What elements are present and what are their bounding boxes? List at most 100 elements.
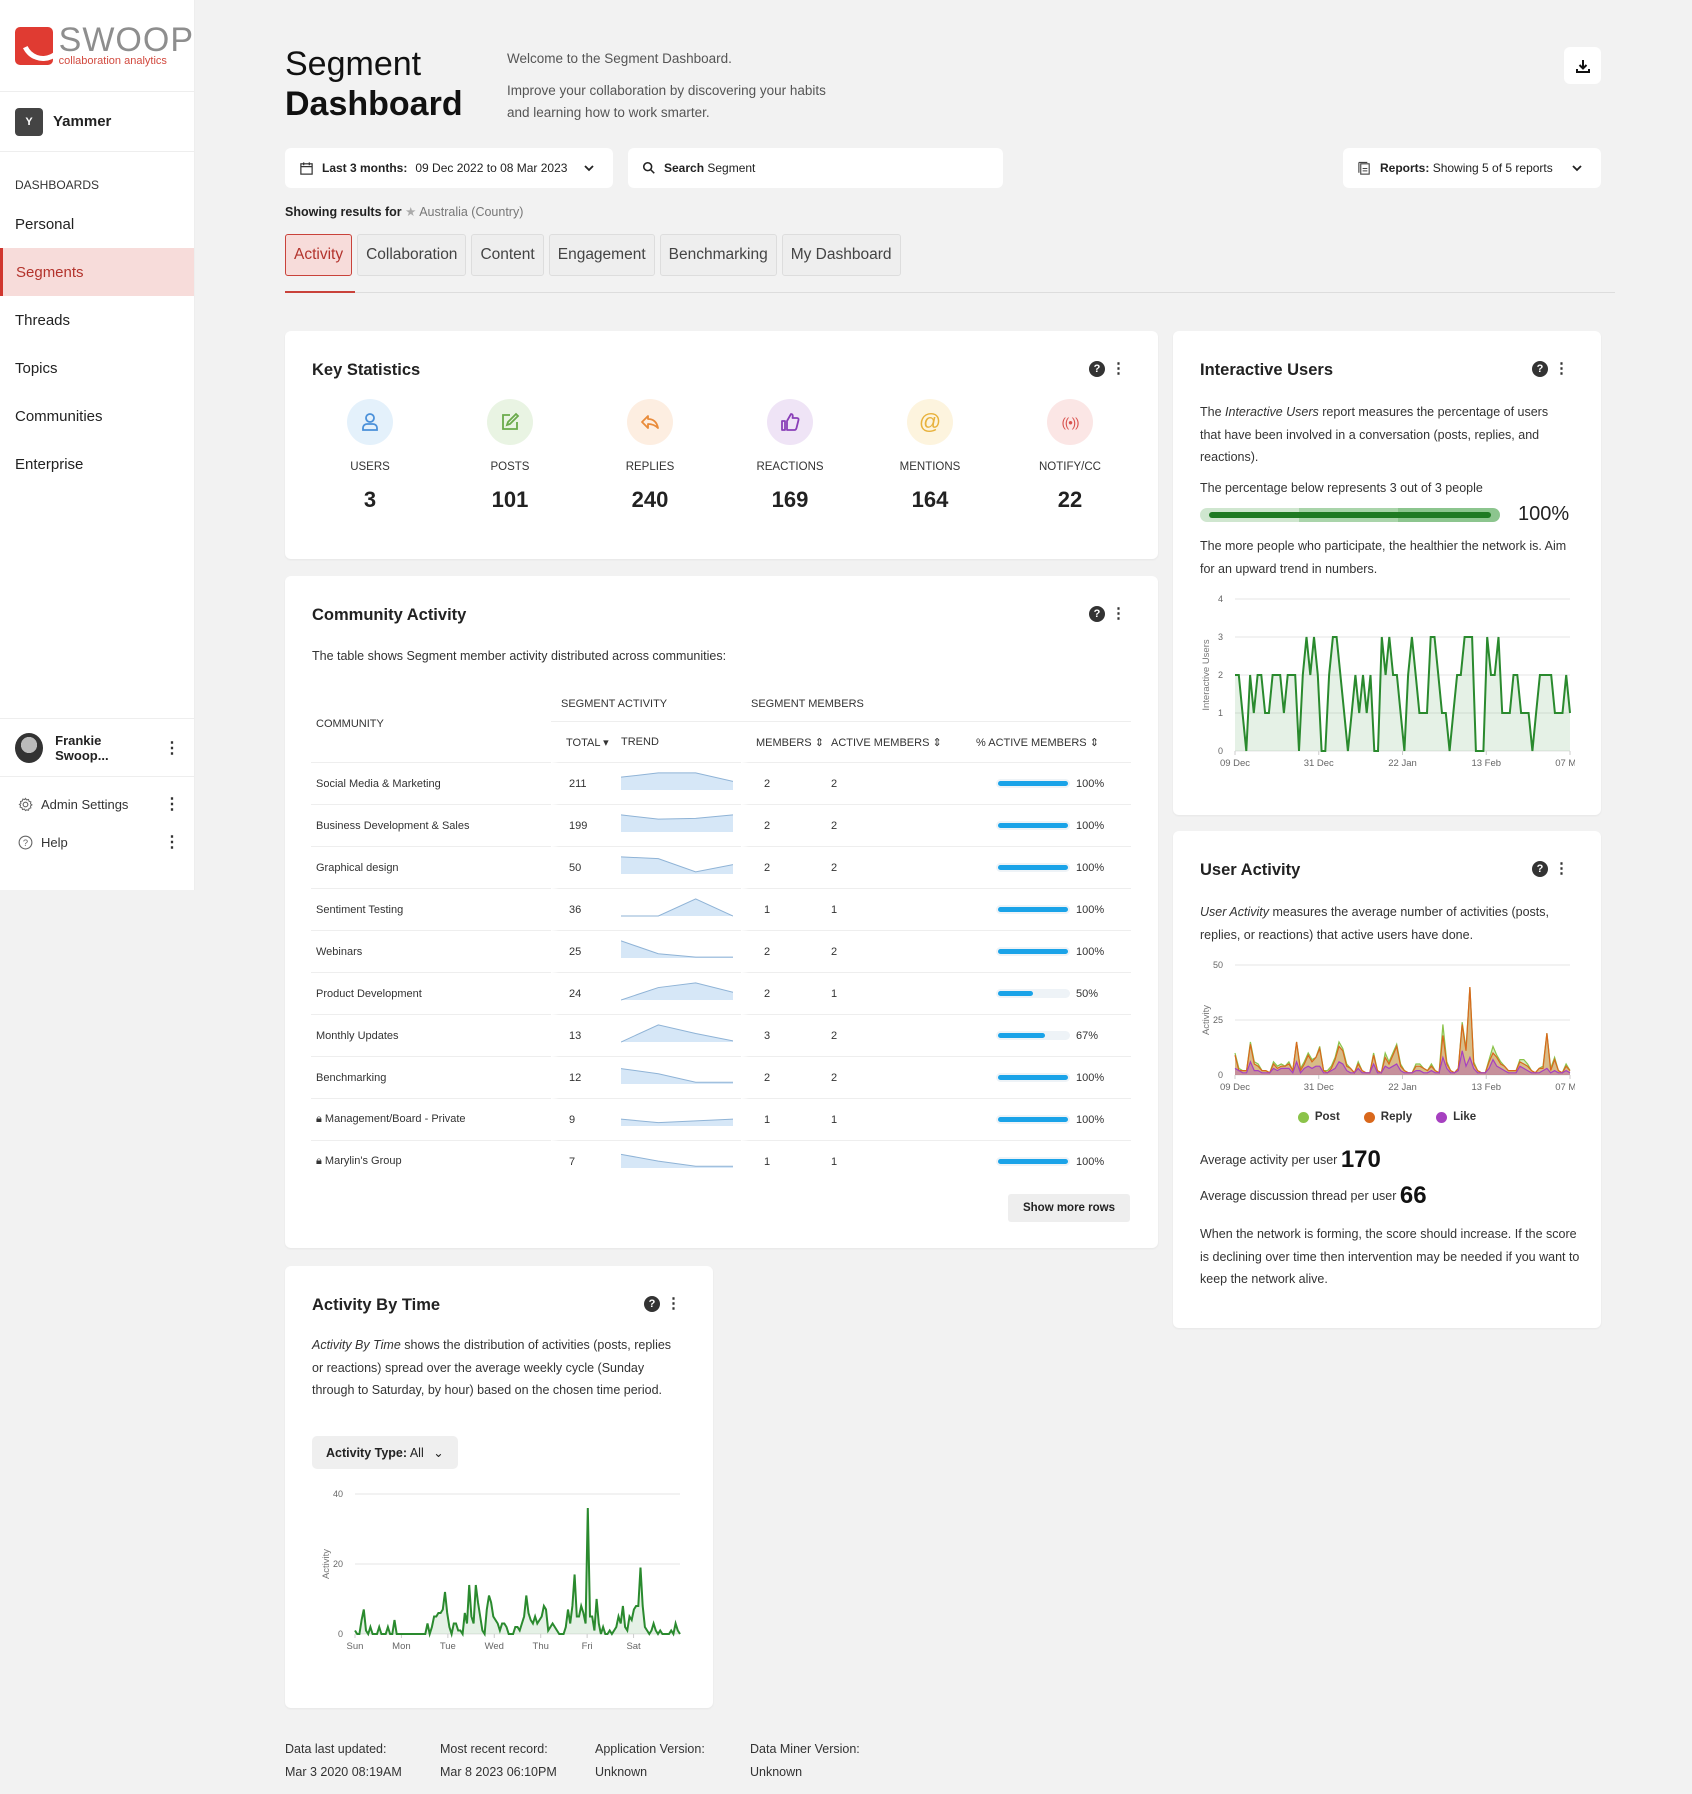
sparkline-area [621, 814, 733, 832]
footer-item: Data Miner Version: Unknown [750, 1738, 905, 1784]
legend-item-like[interactable]: Like [1436, 1111, 1476, 1123]
help-menu-icon[interactable]: ⋮ [164, 832, 180, 852]
community-name[interactable]: Webinars [311, 930, 551, 972]
activity-type-label: Activity Type: [326, 1446, 408, 1460]
legend-swatch [1363, 1111, 1375, 1123]
tab-my-dashboard[interactable]: My Dashboard [781, 234, 901, 276]
more-options-icon[interactable]: ⋮ [1111, 361, 1126, 376]
search-segment-input[interactable]: Search Segment [628, 148, 1003, 188]
help-icon[interactable]: ? [1532, 861, 1548, 877]
legend-item-reply[interactable]: Reply [1363, 1111, 1412, 1123]
sidebar-item-segments[interactable]: Segments [0, 248, 194, 296]
x-tick-label: 31 Dec [1304, 758, 1334, 769]
members-cell: 2 [741, 972, 831, 1014]
more-options-icon[interactable]: ⋮ [666, 1296, 681, 1311]
more-options-icon[interactable]: ⋮ [1111, 606, 1126, 621]
admin-menu-icon[interactable]: ⋮ [164, 794, 180, 814]
table-row[interactable]: Social Media & Marketing 211 2 2 100% [311, 762, 1131, 804]
stat-value: 101 [491, 487, 529, 512]
avatar [15, 732, 44, 763]
x-tick-label: Tue [440, 1641, 456, 1652]
community-name[interactable]: Monthly Updates [311, 1014, 551, 1056]
sidebar-item-personal[interactable]: Personal [0, 200, 194, 248]
table-row[interactable]: Business Development & Sales 199 2 2 100… [311, 804, 1131, 846]
help-link[interactable]: ? Help ⋮ [0, 823, 195, 861]
pct-active-bar [996, 989, 1070, 999]
table-row[interactable]: Product Development 24 2 1 50% [311, 972, 1131, 1014]
community-name[interactable]: 🔒︎ Management/Board - Private [311, 1098, 551, 1140]
tab-activity[interactable]: Activity [285, 234, 353, 276]
page-title-line2: Dashboard [285, 85, 463, 123]
reports-icon [1358, 161, 1370, 175]
reports-selector[interactable]: Reports: Showing 5 of 5 reports [1343, 148, 1601, 188]
sidebar-item-topics[interactable]: Topics [0, 344, 194, 392]
more-options-icon[interactable]: ⋮ [1554, 861, 1569, 876]
user-name: Frankie Swoop... [55, 732, 109, 763]
card-title: Key Statistics [312, 361, 421, 379]
community-name[interactable]: Graphical design [311, 846, 551, 888]
tab-content[interactable]: Content [471, 234, 544, 276]
column-header-pct-active[interactable]: % ACTIVE MEMBERS ⇕ [966, 722, 1131, 762]
tab-benchmarking[interactable]: Benchmarking [659, 234, 777, 276]
table-row[interactable]: 🔒︎ Management/Board - Private 9 1 1 100% [311, 1098, 1131, 1140]
community-name[interactable]: Business Development & Sales [311, 804, 551, 846]
community-name[interactable]: Sentiment Testing [311, 888, 551, 930]
table-row[interactable]: Benchmarking 12 2 2 100% [311, 1056, 1131, 1098]
pct-active-cell: 100% [966, 1140, 1131, 1182]
x-tick-label: Sun [347, 1641, 364, 1652]
tab-engagement[interactable]: Engagement [548, 234, 655, 276]
footer-item: Application Version: Unknown [595, 1738, 750, 1784]
column-header-active-members[interactable]: ACTIVE MEMBERS ⇕ [831, 722, 966, 762]
sidebar-item-threads[interactable]: Threads [0, 296, 194, 344]
active-members-cell: 2 [831, 846, 966, 888]
y-tick-label: 4 [1218, 594, 1223, 604]
active-members-cell: 2 [831, 930, 966, 972]
members-cell: 1 [741, 1098, 831, 1140]
table-row[interactable]: Sentiment Testing 36 1 1 100% [311, 888, 1131, 930]
column-header-members[interactable]: MEMBERS ⇕ [741, 722, 831, 762]
stat-label: POSTS [490, 461, 530, 473]
user-profile[interactable]: Frankie Swoop... ⋮ [0, 719, 195, 777]
table-row[interactable]: Monthly Updates 13 3 2 67% [311, 1014, 1131, 1056]
tab-underline [285, 291, 1615, 293]
platform-selector[interactable]: Y Yammer [0, 92, 194, 152]
community-name[interactable]: Product Development [311, 972, 551, 1014]
y-tick-label: 1 [1218, 708, 1223, 718]
date-range-selector[interactable]: Last 3 months: 09 Dec 2022 to 08 Mar 202… [285, 148, 613, 188]
pct-active-cell: 100% [966, 1056, 1131, 1098]
community-name[interactable]: Benchmarking [311, 1056, 551, 1098]
download-button[interactable] [1564, 47, 1601, 84]
legend-item-post[interactable]: Post [1297, 1111, 1340, 1123]
card-description: Activity By Time shows the distribution … [312, 1338, 672, 1397]
pct-active-bar [996, 1115, 1070, 1125]
activity-type-value: All [409, 1446, 424, 1460]
y-axis-label: Activity [321, 1549, 332, 1579]
more-options-icon[interactable]: ⋮ [1554, 361, 1569, 376]
table-row[interactable]: Graphical design 50 2 2 100% [311, 846, 1131, 888]
help-icon[interactable]: ? [1532, 361, 1548, 377]
activity-by-time-card: Activity By Time ? ⋮ Activity By Time sho… [285, 1266, 713, 1708]
community-name[interactable]: Social Media & Marketing [311, 762, 551, 804]
table-row[interactable]: Webinars 25 2 2 100% [311, 930, 1131, 972]
help-icon[interactable]: ? [644, 1296, 660, 1312]
table-row[interactable]: 🔒︎ Marylin's Group 7 1 1 100% [311, 1140, 1131, 1182]
active-members-cell: 1 [831, 888, 966, 930]
activity-type-dropdown[interactable]: Activity Type: All ⌄ [312, 1436, 458, 1469]
logo[interactable]: SWOOP collaboration analytics [0, 0, 194, 92]
community-name[interactable]: 🔒︎ Marylin's Group [311, 1140, 551, 1182]
sidebar-item-communities[interactable]: Communities [0, 392, 194, 440]
sidebar-item-enterprise[interactable]: Enterprise [0, 440, 194, 488]
tab-collaboration[interactable]: Collaboration [357, 234, 467, 276]
x-tick-label: 13 Feb [1471, 1082, 1501, 1093]
user-menu-icon[interactable]: ⋮ [164, 738, 180, 758]
lock-icon: 🔒︎ [316, 1155, 322, 1167]
column-header-total[interactable]: TOTAL ▾ [551, 722, 621, 762]
trend-sparkline [620, 930, 741, 972]
card-title: Interactive Users [1200, 361, 1333, 379]
help-icon[interactable]: ? [1089, 606, 1105, 622]
admin-settings-link[interactable]: Admin Settings ⋮ [0, 785, 195, 823]
help-icon[interactable]: ? [1089, 361, 1105, 377]
y-tick-label: 0 [1218, 1070, 1223, 1080]
show-more-rows-button[interactable]: Show more rows [1007, 1194, 1130, 1222]
star-icon[interactable]: ★ [405, 205, 416, 219]
